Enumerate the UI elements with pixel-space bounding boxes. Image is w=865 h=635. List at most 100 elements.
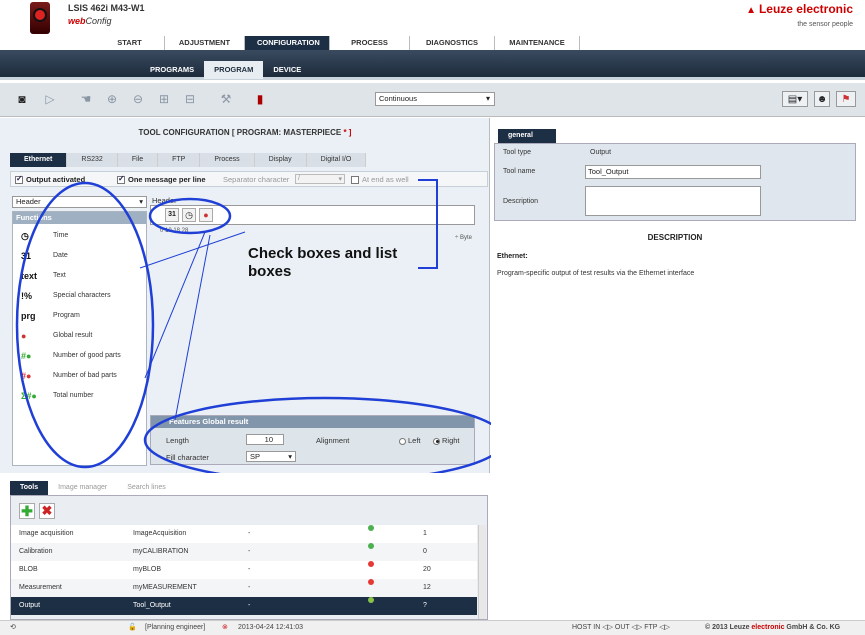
header-select[interactable]: Header	[12, 196, 147, 208]
function-icon: 31	[21, 251, 32, 261]
tab-rs232[interactable]: RS232	[67, 153, 118, 167]
hand-icon[interactable]: ☚	[78, 91, 94, 107]
zoom-out-icon[interactable]: ⊖	[130, 91, 146, 107]
delete-tool-button[interactable]: ✖	[39, 503, 55, 519]
table-row[interactable]: Calibration myCALIBRATION - 0	[11, 543, 477, 561]
fill-char-select[interactable]: SP	[246, 451, 296, 462]
length-stepper[interactable]: 10	[246, 434, 284, 445]
function-item[interactable]: ◷ Time	[13, 226, 146, 246]
tab-tools[interactable]: Tools	[10, 481, 49, 495]
output-activated-option[interactable]: Output activated	[15, 174, 85, 185]
zoom-reset-icon[interactable]: ⊟	[182, 91, 198, 107]
cell-desc: -	[248, 530, 251, 537]
nav-adjustment[interactable]: ADJUSTMENT	[165, 36, 245, 50]
io-status: HOST IN ◁▷ OUT ◁▷ FTP ◁▷	[572, 624, 671, 631]
brand-slogan: the sensor people	[797, 21, 853, 28]
tab-file[interactable]: File	[117, 153, 159, 167]
separator-select[interactable]: / ▾	[295, 174, 345, 184]
zoom-in-icon[interactable]: ⊕	[104, 91, 120, 107]
description-text: Program-specific output of test results …	[497, 270, 695, 277]
subnav-program[interactable]: PROGRAM	[204, 61, 264, 79]
language-flag-icon[interactable]: ⚑	[836, 91, 856, 107]
table-row[interactable]: Image acquisition ImageAcquisition - 1	[11, 525, 477, 543]
cell-desc: -	[248, 602, 251, 609]
function-label: Number of bad parts	[53, 372, 117, 379]
output-activated-checkbox	[15, 174, 23, 185]
tab-general[interactable]: general	[498, 129, 556, 143]
table-row[interactable]: Output Tool_Output -?	[11, 597, 477, 615]
nav-process[interactable]: PROCESS	[330, 36, 410, 50]
camera-icon[interactable]: ◙	[14, 91, 30, 107]
tools-scrollbar[interactable]	[478, 525, 486, 619]
zoom-fit-icon[interactable]: ⊞	[156, 91, 172, 107]
table-row[interactable]: Measurement myMEASUREMENT - 12	[11, 579, 477, 597]
cell-count: 20	[423, 566, 431, 573]
cell-name: Image acquisition	[19, 530, 74, 537]
function-item[interactable]: Σ#● Total number	[13, 386, 146, 406]
save-device-icon[interactable]: ▮	[252, 91, 268, 107]
time-field-icon[interactable]: ◷	[182, 208, 196, 222]
description-title: DESCRIPTION	[647, 233, 703, 242]
function-label: Program	[53, 312, 80, 319]
byte-unit-label: ÷ Byte	[455, 235, 472, 241]
at-end-option[interactable]: At end as well	[351, 175, 409, 185]
cell-count: 1	[423, 530, 427, 537]
function-item[interactable]: ● Global result	[13, 326, 146, 346]
tab-search-lines[interactable]: Search lines	[117, 481, 176, 495]
date-field-icon[interactable]: 31	[165, 208, 179, 222]
play-icon[interactable]: ▷	[42, 91, 58, 107]
features-title: Features Global result	[151, 416, 474, 428]
user-icon[interactable]: ☻	[814, 91, 830, 107]
description-label: Description	[503, 198, 539, 205]
cell-desc: -	[248, 548, 251, 555]
tool-type-label: Tool type	[503, 149, 532, 156]
description-field[interactable]	[585, 186, 761, 216]
header-content-box[interactable]: 31 ◷ ●	[150, 205, 475, 225]
function-label: Text	[53, 272, 66, 279]
subnav-device[interactable]: DEVICE	[263, 61, 311, 79]
cell-id: ImageAcquisition	[133, 530, 187, 537]
cell-id: Tool_Output	[133, 602, 171, 609]
subnav-programs[interactable]: PROGRAMS	[140, 61, 204, 79]
tool-name-field[interactable]: Tool_Output	[585, 165, 761, 179]
function-item[interactable]: #● Number of good parts	[13, 346, 146, 366]
nav-configuration[interactable]: CONFIGURATION	[245, 36, 330, 50]
one-message-checkbox	[117, 174, 125, 185]
nav-diagnostics[interactable]: DIAGNOSTICS	[410, 36, 495, 50]
mode-select[interactable]: Continuous	[375, 92, 495, 106]
add-tool-button[interactable]: ✚	[19, 503, 35, 519]
alignment-label: Alignment	[316, 436, 350, 445]
tab-image-manager[interactable]: Image manager	[48, 481, 117, 495]
align-right-radio[interactable]: Right	[433, 436, 460, 445]
nav-start[interactable]: START	[95, 36, 165, 50]
function-icon: prg	[21, 311, 36, 321]
nav-maintenance[interactable]: MAINTENANCE	[495, 36, 580, 50]
function-item[interactable]: #● Number of bad parts	[13, 366, 146, 386]
function-item[interactable]: !% Special characters	[13, 286, 146, 306]
refresh-icon[interactable]: ⟲	[10, 621, 16, 635]
separator-label: Separator character	[223, 175, 290, 184]
general-box: Tool type Output Tool name Tool_Output D…	[494, 143, 856, 221]
functions-list: Functions ◷ Time 31 Date text Text!% Special c…	[12, 211, 147, 466]
tab-digital-io[interactable]: Digital I/O	[306, 153, 367, 167]
table-row[interactable]: BLOB myBLOB - 20	[11, 561, 477, 579]
tab-display[interactable]: Display	[254, 153, 307, 167]
sub-nav: PROGRAMS PROGRAM DEVICE	[0, 50, 865, 80]
wrench-icon[interactable]: ⚒	[218, 91, 234, 107]
align-left-radio[interactable]: Left	[399, 436, 421, 445]
user-role: [Planning engineer]	[145, 624, 206, 631]
tab-ethernet[interactable]: Ethernet	[10, 153, 68, 167]
tab-ftp[interactable]: FTP	[158, 153, 201, 167]
tool-type-value: Output	[590, 149, 612, 156]
function-item[interactable]: 31 Date	[13, 246, 146, 266]
function-label: Global result	[53, 332, 93, 339]
layout-menu-icon[interactable]: ▤▾	[782, 91, 808, 107]
tab-process[interactable]: Process	[200, 153, 255, 167]
app-header: LSIS 462i M43-W1 webConfig ▲ Leuze electr…	[0, 0, 865, 50]
tool-name-label: Tool name	[503, 168, 536, 175]
function-item[interactable]: text Text	[13, 266, 146, 286]
global-result-field-icon[interactable]: ●	[199, 208, 213, 222]
cell-id: myMEASUREMENT	[133, 584, 197, 591]
function-item[interactable]: prg Program	[13, 306, 146, 326]
one-message-option[interactable]: One message per line	[117, 174, 206, 185]
